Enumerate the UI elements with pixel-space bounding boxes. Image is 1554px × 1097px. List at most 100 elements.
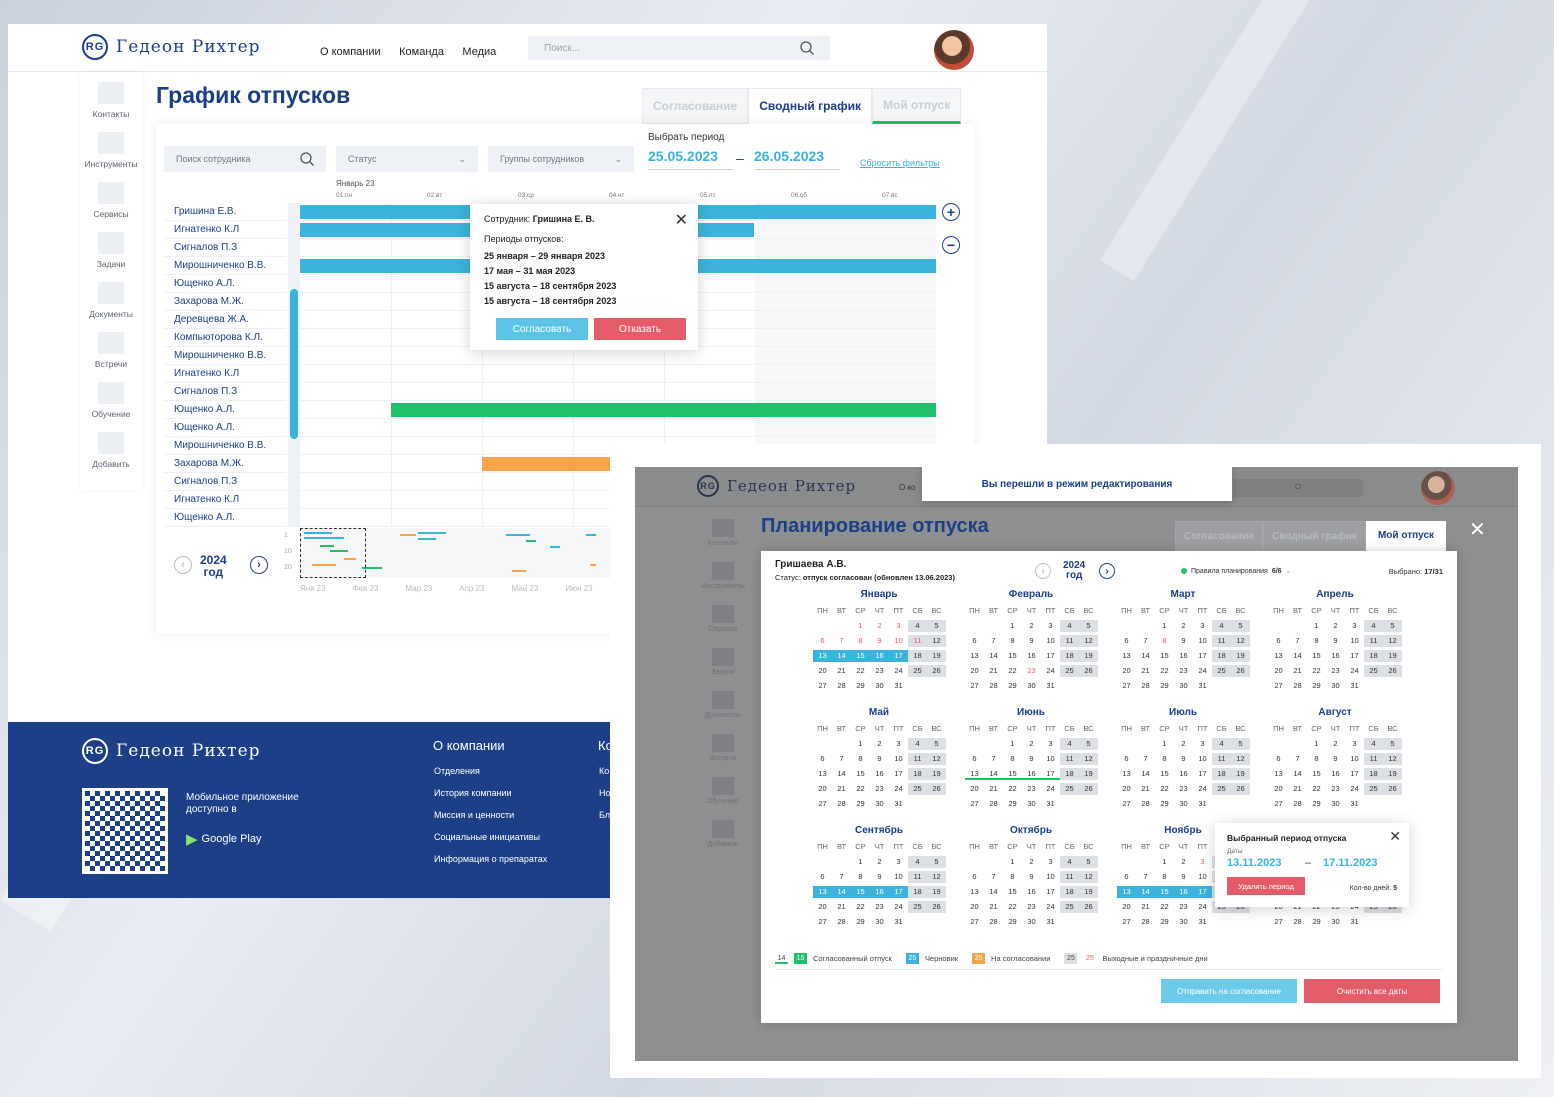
day-cell[interactable]: 4 bbox=[908, 738, 927, 750]
day-cell[interactable]: 30 bbox=[1174, 680, 1193, 692]
day-cell[interactable]: 26 bbox=[1383, 665, 1402, 677]
prev-year-button[interactable]: ‹ bbox=[174, 556, 192, 574]
day-cell[interactable]: 4 bbox=[908, 856, 927, 868]
tab-my-vacation[interactable]: Мой отпуск bbox=[1365, 521, 1447, 551]
day-cell[interactable]: 29 bbox=[1003, 680, 1022, 692]
day-cell[interactable]: 17 bbox=[1193, 768, 1212, 780]
day-cell[interactable]: 27 bbox=[813, 916, 832, 928]
day-cell[interactable]: 1 bbox=[1003, 620, 1022, 632]
day-cell[interactable]: 31 bbox=[1345, 916, 1364, 928]
day-cell[interactable]: 6 bbox=[813, 871, 832, 883]
day-cell[interactable]: 30 bbox=[1022, 680, 1041, 692]
day-cell[interactable]: 15 bbox=[1307, 768, 1326, 780]
day-cell[interactable]: 24 bbox=[1193, 783, 1212, 795]
day-cell[interactable]: 27 bbox=[813, 680, 832, 692]
day-cell[interactable]: 26 bbox=[1079, 783, 1098, 795]
year-overview-chart[interactable] bbox=[300, 528, 610, 578]
planning-rules-dropdown[interactable]: Правила планирования 6/6 ⌄ bbox=[1181, 563, 1311, 579]
day-cell[interactable]: 18 bbox=[1060, 650, 1079, 662]
day-cell[interactable]: 13 bbox=[965, 650, 984, 662]
footer-logo[interactable]: RG Гедеон Рихтер bbox=[82, 738, 261, 764]
day-cell[interactable]: 7 bbox=[1136, 635, 1155, 647]
day-cell[interactable]: 24 bbox=[1041, 783, 1060, 795]
day-cell[interactable]: 15 bbox=[1003, 768, 1022, 780]
day-cell[interactable]: 8 bbox=[1307, 635, 1326, 647]
day-cell[interactable]: 11 bbox=[908, 753, 927, 765]
day-cell[interactable]: 22 bbox=[1003, 783, 1022, 795]
day-cell[interactable]: 31 bbox=[1193, 798, 1212, 810]
day-cell[interactable]: 14 bbox=[1288, 768, 1307, 780]
day-cell[interactable]: 1 bbox=[1155, 856, 1174, 868]
day-cell[interactable]: 12 bbox=[927, 871, 946, 883]
day-cell[interactable]: 22 bbox=[851, 901, 870, 913]
day-cell[interactable]: 9 bbox=[1022, 753, 1041, 765]
day-cell[interactable]: 29 bbox=[1155, 680, 1174, 692]
day-cell[interactable]: 19 bbox=[1079, 886, 1098, 898]
employee-row-name[interactable]: Мирошниченко В.В. bbox=[164, 347, 286, 365]
day-cell[interactable]: 12 bbox=[927, 635, 946, 647]
avatar[interactable] bbox=[1421, 471, 1455, 505]
day-cell[interactable]: 10 bbox=[1193, 753, 1212, 765]
employee-row-name[interactable]: Сигналов П.З bbox=[164, 383, 286, 401]
day-cell[interactable]: 16 bbox=[870, 768, 889, 780]
day-cell[interactable]: 16 bbox=[870, 650, 889, 662]
day-cell[interactable]: 4 bbox=[1060, 620, 1079, 632]
close-icon[interactable]: ✕ bbox=[675, 210, 688, 230]
day-cell[interactable]: 2 bbox=[1022, 738, 1041, 750]
day-cell[interactable]: 20 bbox=[813, 783, 832, 795]
day-cell[interactable]: 5 bbox=[1383, 738, 1402, 750]
day-cell[interactable]: 15 bbox=[851, 886, 870, 898]
day-cell[interactable]: 20 bbox=[965, 783, 984, 795]
day-cell[interactable]: 28 bbox=[1136, 680, 1155, 692]
day-cell[interactable]: 2 bbox=[1174, 856, 1193, 868]
zoom-in-button[interactable]: + bbox=[942, 203, 960, 221]
day-cell[interactable]: 17 bbox=[1041, 768, 1060, 780]
day-cell[interactable]: 20 bbox=[1117, 665, 1136, 677]
day-cell[interactable]: 22 bbox=[1003, 901, 1022, 913]
day-cell[interactable]: 2 bbox=[1174, 620, 1193, 632]
day-cell[interactable]: 19 bbox=[1383, 768, 1402, 780]
day-cell[interactable]: 16 bbox=[1326, 650, 1345, 662]
day-cell[interactable]: 28 bbox=[832, 916, 851, 928]
day-cell[interactable]: 14 bbox=[1136, 650, 1155, 662]
list-scrollbar[interactable] bbox=[288, 203, 300, 527]
day-cell[interactable]: 14 bbox=[1288, 650, 1307, 662]
day-cell[interactable]: 29 bbox=[1307, 680, 1326, 692]
day-cell[interactable]: 13 bbox=[1269, 650, 1288, 662]
day-cell[interactable]: 30 bbox=[870, 916, 889, 928]
employee-row-name[interactable]: Гришина Е.В. bbox=[164, 203, 286, 221]
day-cell[interactable]: 9 bbox=[1022, 635, 1041, 647]
day-cell[interactable]: 19 bbox=[1079, 650, 1098, 662]
day-cell[interactable]: 15 bbox=[1307, 650, 1326, 662]
day-cell[interactable]: 1 bbox=[851, 856, 870, 868]
day-cell[interactable]: 25 bbox=[1364, 665, 1383, 677]
day-cell[interactable]: 21 bbox=[832, 783, 851, 795]
day-cell[interactable]: 23 bbox=[1326, 783, 1345, 795]
day-cell[interactable]: 3 bbox=[889, 856, 908, 868]
day-cell[interactable]: 25 bbox=[1060, 783, 1079, 795]
day-cell[interactable]: 21 bbox=[832, 901, 851, 913]
day-cell[interactable]: 5 bbox=[1079, 620, 1098, 632]
day-cell[interactable]: 25 bbox=[1212, 783, 1231, 795]
employee-row-name[interactable]: Захарова М.Ж. bbox=[164, 293, 286, 311]
day-cell[interactable]: 31 bbox=[1041, 680, 1060, 692]
day-cell[interactable]: 29 bbox=[1155, 916, 1174, 928]
day-cell[interactable]: 30 bbox=[1174, 916, 1193, 928]
groups-select[interactable]: Группы сотрудников ⌄ bbox=[488, 146, 634, 172]
day-cell[interactable]: 4 bbox=[1364, 738, 1383, 750]
day-cell[interactable]: 9 bbox=[1326, 753, 1345, 765]
brand-logo[interactable]: RG Гедеон Рихтер bbox=[697, 475, 856, 497]
day-cell[interactable]: 20 bbox=[813, 665, 832, 677]
day-cell[interactable]: 19 bbox=[1383, 650, 1402, 662]
day-cell[interactable]: 21 bbox=[1288, 783, 1307, 795]
nav-team[interactable]: Команда bbox=[399, 46, 444, 58]
sidebar-item-tasks[interactable]: Задачи bbox=[80, 222, 142, 272]
day-cell[interactable]: 15 bbox=[1155, 650, 1174, 662]
day-cell[interactable]: 3 bbox=[1041, 620, 1060, 632]
day-cell[interactable]: 13 bbox=[1117, 768, 1136, 780]
day-cell[interactable]: 28 bbox=[832, 798, 851, 810]
day-cell[interactable]: 8 bbox=[1307, 753, 1326, 765]
day-cell[interactable]: 23 bbox=[1022, 783, 1041, 795]
day-cell[interactable]: 8 bbox=[1155, 753, 1174, 765]
day-cell[interactable]: 18 bbox=[1364, 650, 1383, 662]
